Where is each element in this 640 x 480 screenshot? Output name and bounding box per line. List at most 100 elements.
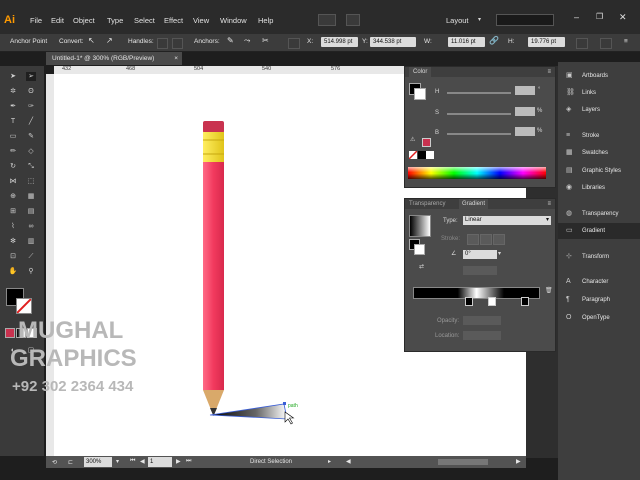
none-color-chip[interactable] — [408, 150, 418, 160]
menu-help[interactable]: Help — [258, 16, 273, 25]
opacity-input[interactable] — [463, 316, 501, 325]
h-input[interactable] — [515, 86, 535, 95]
next-artboard-icon[interactable]: ▶ — [176, 458, 181, 465]
menu-object[interactable]: Object — [73, 16, 95, 25]
dock-transform[interactable]: ⊹ Transform — [558, 249, 640, 265]
menu-type[interactable]: Type — [107, 16, 123, 25]
gradient-preview-swatch[interactable] — [409, 215, 431, 237]
scale-tool-icon[interactable]: ⤡ — [26, 162, 36, 171]
width-tool-icon[interactable]: ⋈ — [8, 177, 18, 186]
w-input[interactable]: 11.016 pt — [448, 37, 485, 47]
rotate-view-icon[interactable]: ⟲ — [52, 459, 57, 466]
free-transform-tool-icon[interactable]: ⬚ — [26, 177, 36, 186]
tab-gradient[interactable]: Gradient — [459, 199, 489, 209]
aspect-ratio-input[interactable] — [463, 266, 497, 275]
dock-opentype[interactable]: O OpenType — [558, 310, 640, 326]
maximize-icon[interactable]: ❐ — [596, 12, 603, 21]
dock-links[interactable]: ⛓ Links — [558, 85, 640, 101]
arrange-documents-icon[interactable] — [318, 14, 336, 26]
dock-character[interactable]: A Character — [558, 274, 640, 290]
dock-gradient[interactable]: ▭ Gradient — [558, 223, 640, 239]
menu-file[interactable]: File — [30, 16, 42, 25]
color-panel-tab[interactable]: Color — [409, 67, 432, 77]
close-icon[interactable]: ✕ — [619, 12, 627, 23]
stroke-along-icon[interactable] — [480, 234, 492, 245]
delete-stop-icon[interactable]: 🗑 — [545, 287, 553, 294]
perspective-grid-tool-icon[interactable]: ▦ — [26, 192, 36, 201]
line-tool-icon[interactable]: ╱ — [26, 117, 36, 126]
last-artboard-icon[interactable]: ⏭ — [186, 458, 191, 465]
y-input[interactable]: 344.538 pt — [370, 37, 416, 47]
handles-hide-icon[interactable] — [172, 38, 183, 49]
minimize-icon[interactable]: – — [574, 12, 579, 22]
chevron-down-icon[interactable]: ▾ — [498, 250, 501, 257]
menu-window[interactable]: Window — [220, 16, 247, 25]
rectangle-tool-icon[interactable]: ▭ — [8, 132, 18, 141]
h-slider[interactable] — [447, 92, 511, 94]
dock-layers[interactable]: ◈ Layers — [558, 102, 640, 118]
control-menu-icon[interactable]: ≡ — [624, 38, 628, 45]
panel-menu-icon[interactable]: ≡ — [547, 199, 551, 209]
document-tab[interactable]: Untitled-1* @ 300% (RGB/Preview) × — [46, 52, 182, 65]
menu-edit[interactable]: Edit — [51, 16, 64, 25]
shape-builder-tool-icon[interactable]: ⊕ — [8, 192, 18, 201]
link-proportions-icon[interactable]: 🔗 — [489, 36, 499, 45]
convert-smooth-icon[interactable]: ↗ — [106, 36, 113, 45]
menu-effect[interactable]: Effect — [164, 16, 183, 25]
align-icon[interactable] — [576, 38, 588, 49]
dock-swatches[interactable]: ▦ Swatches — [558, 145, 640, 161]
artboard-select[interactable]: 1 — [148, 457, 172, 467]
slice-tool-icon[interactable]: ⟋ — [26, 252, 36, 261]
b-input[interactable] — [515, 127, 535, 136]
symbol-sprayer-tool-icon[interactable]: ✻ — [8, 237, 18, 246]
convert-corner-icon[interactable]: ↖ — [88, 36, 95, 45]
gradient-stop-middle[interactable] — [488, 297, 496, 306]
x-input[interactable]: 514.998 pt — [321, 37, 358, 47]
dock-stroke[interactable]: ≡ Stroke — [558, 128, 640, 144]
closest-color-swatch[interactable] — [422, 138, 431, 147]
cut-path-icon[interactable]: ✂ — [262, 36, 269, 45]
chevron-down-icon[interactable]: ▾ — [478, 16, 481, 23]
column-graph-tool-icon[interactable]: ▥ — [26, 237, 36, 246]
eyedropper-tool-icon[interactable]: ⌇ — [8, 222, 18, 231]
menu-select[interactable]: Select — [134, 16, 155, 25]
dock-artboards[interactable]: ▣ Artboards — [558, 68, 640, 84]
horizontal-scroll-thumb[interactable] — [438, 459, 488, 465]
zoom-select[interactable]: 300% — [84, 457, 112, 467]
tab-transparency[interactable]: Transparency — [409, 199, 445, 209]
gradient-tool-icon[interactable]: ▤ — [26, 207, 36, 216]
first-artboard-icon[interactable]: ⏮ — [130, 458, 135, 465]
artboard-tool-icon[interactable]: ⊡ — [8, 252, 18, 261]
color-stroke-swatch[interactable] — [414, 88, 426, 100]
selection-tool-icon[interactable]: ➤ — [8, 72, 18, 81]
direct-selection-tool-icon[interactable]: ➢ — [26, 72, 36, 81]
prev-artboard-icon[interactable]: ◀ — [140, 458, 145, 465]
black-color-chip[interactable] — [418, 151, 426, 159]
h-input[interactable]: 19.776 pt — [528, 37, 565, 47]
workspace-switcher[interactable]: Layout — [446, 16, 469, 25]
white-color-chip[interactable] — [426, 151, 434, 159]
stroke-across-icon[interactable] — [493, 234, 505, 245]
pencil-tool-icon[interactable]: ✏ — [8, 147, 18, 156]
gradient-stop-right[interactable] — [521, 297, 529, 306]
remove-anchor-icon[interactable]: ✎ — [227, 36, 234, 45]
magic-wand-tool-icon[interactable]: ✲ — [8, 87, 18, 96]
search-stock-input[interactable] — [496, 14, 554, 26]
panel-menu-icon[interactable]: ≡ — [547, 67, 551, 77]
color-mode-icon[interactable] — [5, 328, 15, 338]
anchor-point-handle[interactable] — [283, 402, 286, 405]
isolate-icon[interactable] — [288, 38, 300, 49]
scroll-left-icon[interactable]: ◀ — [346, 458, 351, 465]
rotate-tool-icon[interactable]: ↻ — [8, 162, 18, 171]
curvature-tool-icon[interactable]: ✑ — [26, 102, 36, 111]
zoom-chevron-icon[interactable]: ▾ — [116, 458, 119, 465]
lasso-tool-icon[interactable]: ʘ — [26, 87, 36, 96]
dock-libraries[interactable]: ◉ Libraries — [558, 180, 640, 196]
reverse-gradient-icon[interactable]: ⇄ — [419, 263, 424, 270]
mesh-tool-icon[interactable]: ⊞ — [8, 207, 18, 216]
angle-input[interactable]: 0° — [463, 250, 497, 259]
hand-tool-icon[interactable]: ✋ — [8, 267, 18, 276]
stroke-within-icon[interactable] — [467, 234, 479, 245]
b-slider[interactable] — [447, 133, 511, 135]
gpu-performance-icon[interactable] — [346, 14, 360, 26]
